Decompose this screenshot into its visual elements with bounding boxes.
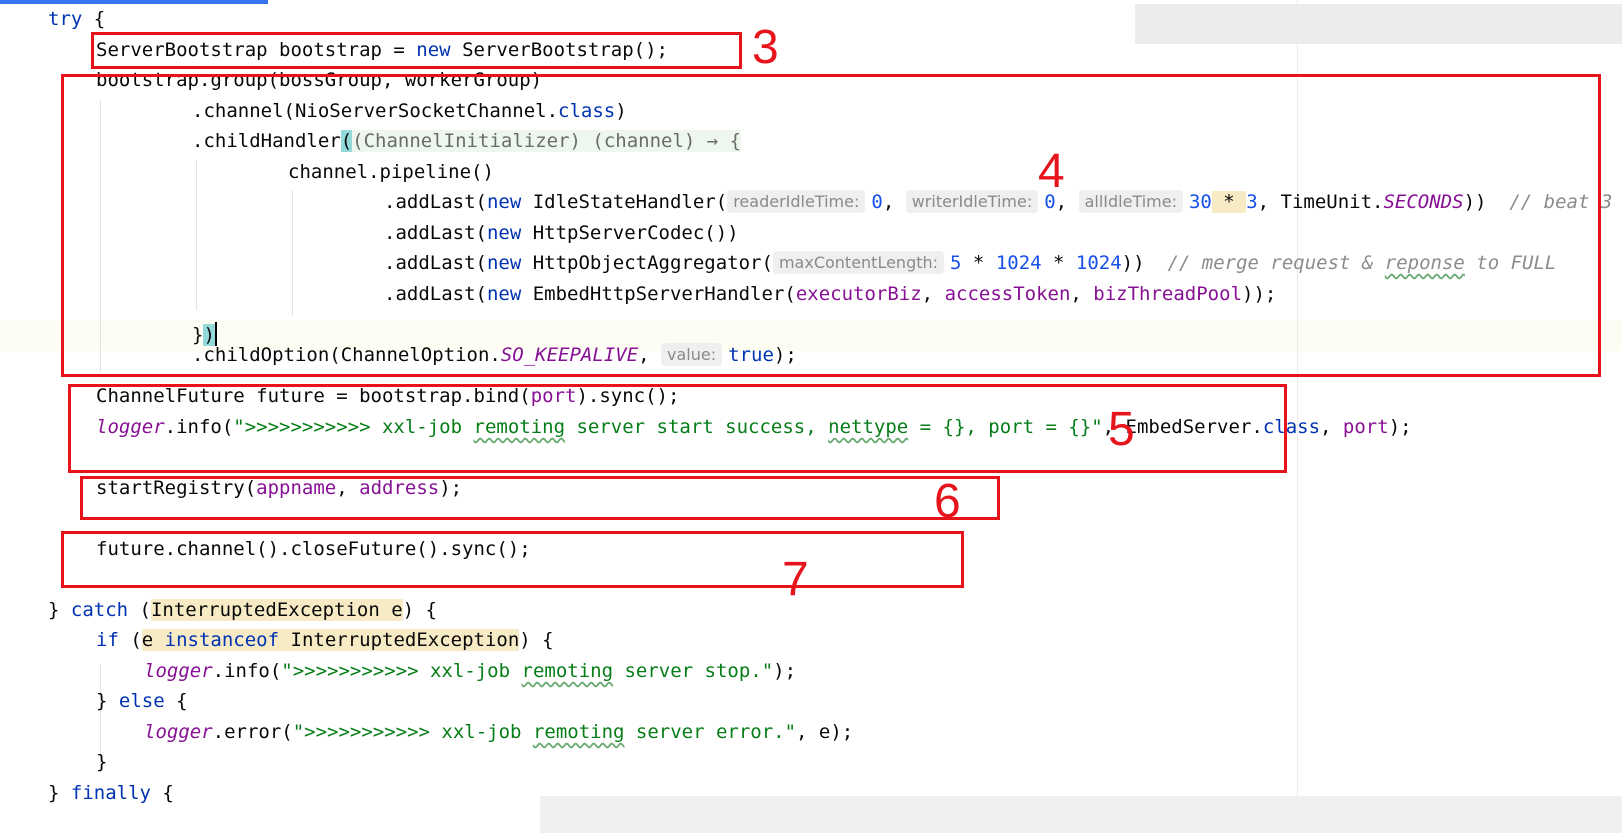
code-token: { — [82, 8, 106, 30]
string-typo: remoting — [521, 660, 614, 682]
keyword: instanceof — [164, 629, 280, 651]
code-line[interactable]: if (e instanceof InterruptedException) { — [96, 625, 554, 656]
editor-overlay-band — [1135, 4, 1622, 44]
code-token: { — [150, 782, 174, 804]
code-token: InterruptedException — [279, 629, 520, 651]
code-token: ); — [1388, 416, 1412, 438]
code-line[interactable]: try { — [48, 4, 105, 35]
annotation-label-6: 6 — [934, 475, 961, 528]
code-editor[interactable]: try { ServerBootstrap bootstrap = new Se… — [0, 0, 1622, 833]
field-ref: logger — [144, 721, 213, 743]
code-token: ) { — [519, 629, 554, 651]
tab-progress-bar — [0, 0, 268, 4]
code-token: } — [48, 599, 71, 621]
code-line[interactable]: } — [96, 747, 107, 778]
annotation-label-3: 3 — [752, 21, 779, 74]
code-token: e — [141, 629, 165, 651]
annotation-label-5: 5 — [1108, 403, 1135, 456]
keyword: if — [96, 629, 119, 651]
annotation-box-6 — [80, 476, 1000, 520]
code-token: } — [96, 690, 119, 712]
code-line[interactable]: logger.error(">>>>>>>>>>> xxl-job remoti… — [144, 717, 853, 748]
code-token: } — [96, 751, 108, 773]
code-token: .error( — [212, 721, 293, 743]
code-token: ( — [128, 599, 151, 621]
code-line[interactable]: } else { — [96, 686, 188, 717]
string-literal: ">>>>>>>>>>> xxl-job — [281, 660, 522, 682]
string-literal: server error." — [624, 721, 797, 743]
string-typo: remoting — [532, 721, 625, 743]
code-token: , e); — [796, 721, 854, 743]
keyword: else — [118, 690, 165, 712]
annotation-box-3 — [91, 32, 742, 69]
keyword: try — [48, 8, 83, 30]
code-token: ); — [773, 660, 797, 682]
annotation-label-7: 7 — [782, 553, 809, 606]
code-token: ) { — [402, 599, 437, 621]
code-line[interactable]: } catch (InterruptedException e) { — [48, 595, 437, 626]
code-token: } — [48, 782, 71, 804]
code-token: .info( — [212, 660, 282, 682]
string-literal: ">>>>>>>>>>> xxl-job — [292, 721, 533, 743]
code-token: ( — [118, 629, 142, 651]
code-line[interactable]: logger.info(">>>>>>>>>>> xxl-job remotin… — [144, 656, 796, 687]
keyword: finally — [70, 782, 151, 804]
field-ref: logger — [144, 660, 213, 682]
editor-bottom-overlay — [540, 796, 1622, 833]
annotation-box-7 — [61, 531, 964, 588]
keyword: catch — [70, 599, 129, 621]
editor-scrollbar[interactable] — [1612, 0, 1622, 833]
field-ref: port — [1342, 416, 1389, 438]
annotation-label-4: 4 — [1038, 145, 1065, 198]
annotation-box-4 — [61, 74, 1601, 377]
annotation-box-5 — [68, 384, 1287, 473]
exception-param: InterruptedException e — [150, 599, 403, 621]
code-token: { — [164, 690, 188, 712]
code-line[interactable]: } finally { — [48, 778, 174, 809]
code-token: , — [1320, 416, 1343, 438]
string-literal: server stop." — [613, 660, 774, 682]
